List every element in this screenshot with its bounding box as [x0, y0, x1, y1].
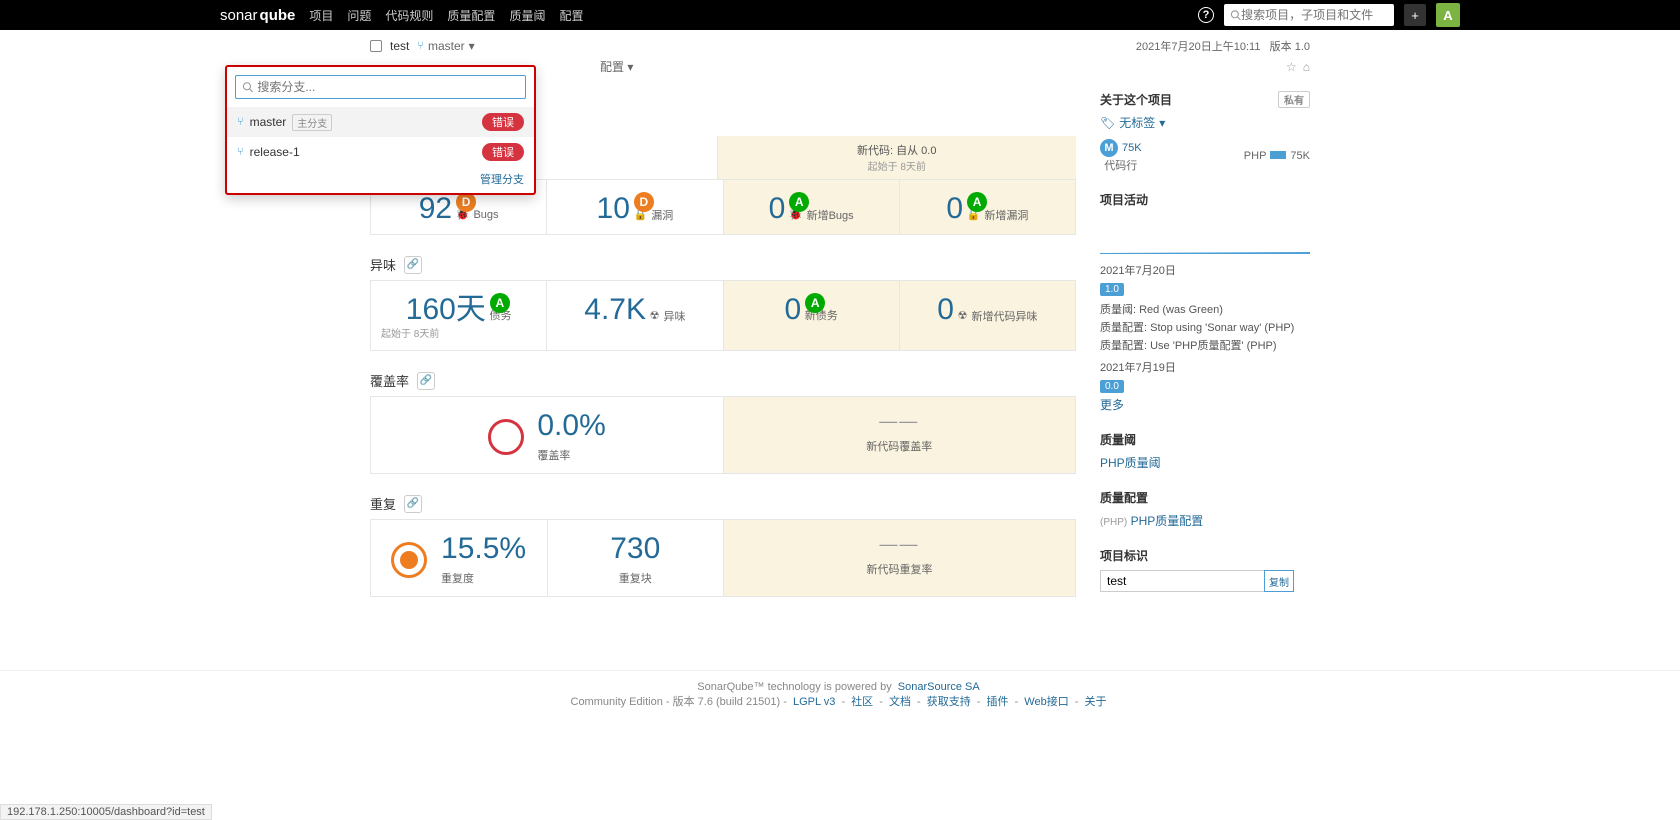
create-button[interactable]: +	[1404, 4, 1426, 26]
version-label: 版本 1.0	[1270, 41, 1310, 53]
quality-gate-link[interactable]: PHP质量阈	[1100, 456, 1161, 470]
nav-profiles[interactable]: 质量配置	[447, 7, 495, 24]
project-icon	[370, 40, 382, 52]
smell-icon: ☢	[958, 309, 968, 322]
profile-lang: (PHP)	[1100, 517, 1127, 528]
browser-status-bar: 192.178.1.250:10005/dashboard?id=test	[0, 804, 212, 820]
section-duplication-title: 重复	[370, 494, 396, 513]
metric-coverage[interactable]: 0.0% 覆盖率	[371, 397, 724, 473]
quality-profile-title: 质量配置	[1100, 489, 1310, 506]
branch-item-release-1[interactable]: ⑂release-1 错误	[227, 137, 534, 167]
smell-icon: ☢	[650, 309, 660, 322]
metric-duplication[interactable]: 15.5% 重复度	[371, 520, 548, 596]
project-name[interactable]: test	[390, 39, 409, 53]
manage-branches-link[interactable]: 管理分支	[480, 174, 524, 186]
footer-link[interactable]: 关于	[1085, 696, 1107, 708]
link-icon[interactable]: 🔗	[417, 372, 435, 390]
help-icon[interactable]: ?	[1198, 7, 1214, 23]
metric-duplicated-blocks[interactable]: 730 重复块	[548, 520, 725, 596]
global-search[interactable]	[1224, 4, 1394, 26]
search-icon	[1230, 9, 1241, 21]
logo[interactable]: sonarqube	[220, 7, 295, 24]
link-icon[interactable]: 🔗	[404, 495, 422, 513]
nav-rules[interactable]: 代码规则	[385, 7, 433, 24]
footer-link[interactable]: 社区	[851, 696, 873, 708]
link-icon[interactable]: 🔗	[404, 256, 422, 274]
project-key-input[interactable]	[1100, 570, 1265, 592]
branch-search-input[interactable]	[257, 80, 519, 94]
nav-projects[interactable]: 项目	[309, 7, 333, 24]
metric-vulnerabilities[interactable]: 10D 🔒漏洞	[547, 180, 723, 234]
duplication-donut-icon	[391, 542, 427, 578]
version-badge: 1.0	[1100, 283, 1124, 296]
nav-issues[interactable]: 问题	[347, 7, 371, 24]
rating-d: D	[456, 192, 476, 212]
metric-new-coverage[interactable]: —— 新代码覆盖率	[724, 397, 1076, 473]
activity-title: 项目活动	[1100, 191, 1310, 208]
metric-debt[interactable]: 160天A 债务 起始于 8天前	[371, 281, 547, 350]
footer-link[interactable]: 获取支持	[927, 696, 971, 708]
global-search-input[interactable]	[1241, 8, 1388, 22]
main-branch-badge: 主分支	[292, 114, 332, 131]
analysis-timestamp: 2021年7月20日上午10:11	[1136, 41, 1261, 53]
branch-icon: ⑂	[237, 146, 244, 158]
search-icon	[242, 81, 253, 93]
footer-link[interactable]: LGPL v3	[793, 696, 835, 708]
activity-more-link[interactable]: 更多	[1100, 398, 1124, 412]
new-code-header: 新代码: 自从 0.0 起始于 8天前	[717, 136, 1077, 179]
project-key-title: 项目标识	[1100, 547, 1310, 564]
chevron-down-icon: ▾	[469, 39, 475, 53]
metric-new-debt[interactable]: 0A 新债务	[724, 281, 900, 350]
tag-icon: 🏷	[1100, 116, 1115, 130]
activity-date: 2021年7月19日	[1100, 359, 1310, 375]
language-bar	[1270, 151, 1286, 159]
home-icon[interactable]: ⌂	[1303, 60, 1310, 74]
visibility-badge: 私有	[1278, 91, 1310, 108]
rating-a: A	[490, 293, 510, 313]
loc-link[interactable]: 75K	[1122, 142, 1142, 154]
activity-date: 2021年7月20日	[1100, 262, 1310, 278]
about-title: 关于这个项目	[1100, 91, 1172, 108]
metric-new-bugs[interactable]: 0A 🐞新增Bugs	[724, 180, 900, 234]
coverage-donut-icon	[488, 419, 524, 455]
section-coverage-title: 覆盖率	[370, 371, 409, 390]
metric-new-duplication[interactable]: —— 新代码重复率	[724, 520, 1075, 596]
activity-event: 质量配置: Stop using 'Sonar way' (PHP)	[1100, 319, 1310, 335]
branch-icon: ⑂	[237, 116, 244, 128]
footer-link[interactable]: Web接口	[1024, 696, 1068, 708]
section-smells-title: 异味	[370, 255, 396, 274]
size-rating-icon: M	[1100, 139, 1118, 157]
footer-link[interactable]: 文档	[889, 696, 911, 708]
tags-selector[interactable]: 🏷无标签 ▾	[1100, 114, 1310, 131]
activity-sparkline[interactable]	[1100, 214, 1310, 254]
activity-event: 质量阈: Red (was Green)	[1100, 301, 1310, 317]
rating-d: D	[634, 192, 654, 212]
branch-item-master[interactable]: ⑂master主分支 错误	[227, 107, 534, 137]
status-badge: 错误	[482, 143, 524, 161]
top-nav: sonarqube 项目 问题 代码规则 质量配置 质量阈 配置 ? + A	[0, 0, 1680, 30]
quality-gate-title: 质量阈	[1100, 431, 1310, 448]
sonarsource-link[interactable]: SonarSource SA	[898, 681, 980, 693]
favorite-icon[interactable]: ☆	[1286, 60, 1297, 74]
metric-smells[interactable]: 4.7K ☢异味	[547, 281, 723, 350]
branch-dropdown: ⑂master主分支 错误 ⑂release-1 错误 管理分支	[225, 65, 536, 195]
branch-selector[interactable]: ⑂ master ▾	[417, 39, 474, 53]
footer: SonarQube™ technology is powered by Sona…	[0, 670, 1680, 729]
metric-new-vulnerabilities[interactable]: 0A 🔒新增漏洞	[900, 180, 1075, 234]
status-badge: 错误	[482, 113, 524, 131]
quality-profile-link[interactable]: PHP质量配置	[1131, 514, 1204, 528]
activity-event: 质量配置: Use 'PHP质量配置' (PHP)	[1100, 337, 1310, 353]
footer-link[interactable]: 插件	[987, 696, 1009, 708]
version-badge: 0.0	[1100, 380, 1124, 393]
metric-new-smells[interactable]: 0 ☢新增代码异味	[900, 281, 1075, 350]
nav-admin[interactable]: 配置	[559, 7, 583, 24]
copy-button[interactable]: 复制	[1264, 570, 1294, 592]
rating-a: A	[967, 192, 987, 212]
user-avatar[interactable]: A	[1436, 3, 1460, 27]
branch-icon: ⑂	[417, 40, 424, 52]
nav-gates[interactable]: 质量阈	[509, 7, 545, 24]
